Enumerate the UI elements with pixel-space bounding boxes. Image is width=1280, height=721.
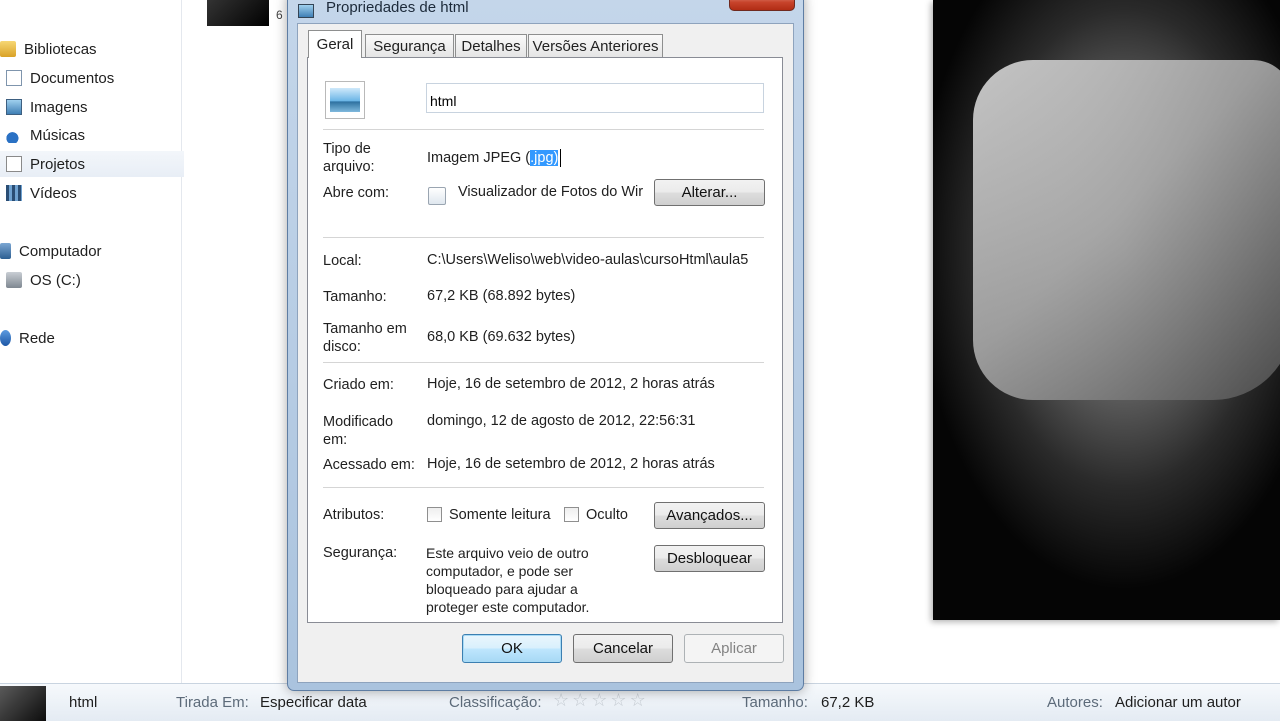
details-authors-value[interactable]: Adicionar um autor xyxy=(1115,694,1241,711)
nav-item-label: Rede xyxy=(19,329,55,347)
tab-versoes-anteriores[interactable]: Versões Anteriores xyxy=(528,34,663,57)
details-size-value: 67,2 KB xyxy=(821,694,875,711)
unblock-button[interactable]: Desbloquear xyxy=(654,545,765,572)
type-label: Tipo de arquivo: xyxy=(323,141,375,175)
separator xyxy=(323,362,764,363)
tab-geral[interactable]: Geral xyxy=(308,30,362,58)
nav-item-bibliotecas[interactable]: Bibliotecas xyxy=(0,36,97,62)
nav-item-label: OS (C:) xyxy=(30,271,81,289)
change-button[interactable]: Alterar... xyxy=(654,179,765,206)
navigation-pane: Bibliotecas Documentos Imagens Músicas P… xyxy=(0,0,184,683)
details-size-label: Tamanho: xyxy=(742,694,808,711)
star-icon[interactable]: ☆ xyxy=(572,690,588,710)
accessed-label: Acessado em: xyxy=(323,457,415,473)
hidden-label[interactable]: Oculto xyxy=(586,507,628,523)
dialog-client-area: Geral Segurança Detalhes Versões Anterio… xyxy=(297,23,794,683)
jpeg-file-icon xyxy=(325,81,365,119)
details-thumbnail xyxy=(0,686,46,721)
nav-item-label: Projetos xyxy=(30,155,86,173)
nav-item-musicas[interactable]: Músicas xyxy=(6,122,85,148)
accessed-value: Hoje, 16 de setembro de 2012, 2 horas at… xyxy=(427,456,715,472)
text-cursor xyxy=(560,149,562,167)
details-taken-value[interactable]: Especificar data xyxy=(260,694,367,711)
created-value: Hoje, 16 de setembro de 2012, 2 horas at… xyxy=(427,376,715,392)
star-icon[interactable]: ☆ xyxy=(610,690,626,710)
modified-value: domingo, 12 de agosto de 2012, 22:56:31 xyxy=(427,413,696,429)
thumbnail-caption: 6 xyxy=(276,8,283,22)
nav-item-label: Computador xyxy=(19,242,102,260)
selected-text: .jpg) xyxy=(530,149,559,166)
drive-icon xyxy=(6,272,22,288)
network-icon xyxy=(0,330,11,346)
star-icon[interactable]: ☆ xyxy=(630,690,646,710)
properties-dialog: Propriedades de html Geral Segurança Det… xyxy=(287,0,804,691)
modified-label: Modificado em: xyxy=(323,414,394,448)
image-preview xyxy=(933,0,1280,620)
dialog-title: Propriedades de html xyxy=(326,0,469,16)
hidden-checkbox[interactable] xyxy=(564,507,579,522)
star-icon[interactable]: ☆ xyxy=(591,690,607,710)
nav-item-computador[interactable]: Computador xyxy=(0,238,102,264)
details-file-name: html xyxy=(69,694,98,711)
details-rating-label: Classificação: xyxy=(449,694,542,711)
nav-item-projetos[interactable]: Projetos xyxy=(0,151,184,177)
close-button[interactable] xyxy=(729,0,795,11)
file-thumbnail[interactable] xyxy=(207,0,269,26)
cancel-button[interactable]: Cancelar xyxy=(573,634,673,663)
projects-icon xyxy=(6,156,22,172)
nav-item-rede[interactable]: Rede xyxy=(0,325,55,351)
nav-item-label: Vídeos xyxy=(30,184,77,202)
fist-photo xyxy=(973,60,1280,400)
tab-seguranca[interactable]: Segurança xyxy=(365,34,454,57)
file-name-input[interactable] xyxy=(426,83,764,113)
photo-viewer-icon xyxy=(428,187,446,205)
documents-icon xyxy=(6,70,22,86)
size-value: 67,2 KB (68.892 bytes) xyxy=(427,288,576,304)
advanced-button[interactable]: Avançados... xyxy=(654,502,765,529)
apply-button[interactable]: Aplicar xyxy=(684,634,784,663)
size-on-disk-label: Tamanho em disco: xyxy=(323,321,407,355)
size-label: Tamanho: xyxy=(323,289,387,305)
nav-item-documentos[interactable]: Documentos xyxy=(6,65,114,91)
readonly-checkbox[interactable] xyxy=(427,507,442,522)
music-icon xyxy=(6,127,22,143)
nav-item-label: Músicas xyxy=(30,126,86,144)
library-icon xyxy=(0,41,16,57)
security-text: Este arquivo veio de outro computador, e… xyxy=(426,545,590,615)
security-label: Segurança: xyxy=(323,545,398,561)
rating-stars[interactable]: ☆ ☆ ☆ ☆ ☆ xyxy=(553,690,649,711)
readonly-label[interactable]: Somente leitura xyxy=(449,507,551,523)
type-value[interactable]: Imagem JPEG (.jpg) xyxy=(427,149,562,167)
details-authors-label: Autores: xyxy=(1047,694,1103,711)
nav-item-videos[interactable]: Vídeos xyxy=(6,180,77,206)
tab-detalhes[interactable]: Detalhes xyxy=(455,34,527,57)
computer-icon xyxy=(0,243,11,259)
separator xyxy=(323,129,764,130)
nav-item-os-c[interactable]: OS (C:) xyxy=(6,267,81,293)
opens-with-label: Abre com: xyxy=(323,185,390,201)
location-value[interactable]: C:\Users\Weliso\web\video-aulas\cursoHtm… xyxy=(427,252,748,268)
ok-button[interactable]: OK xyxy=(462,634,562,663)
dialog-titlebar[interactable]: Propriedades de html xyxy=(288,0,803,23)
location-label: Local: xyxy=(323,253,362,269)
image-file-icon xyxy=(298,4,314,18)
size-on-disk-value: 68,0 KB (69.632 bytes) xyxy=(427,329,576,345)
nav-item-label: Bibliotecas xyxy=(24,40,97,58)
attributes-label: Atributos: xyxy=(323,507,385,523)
separator xyxy=(323,237,764,238)
nav-item-imagens[interactable]: Imagens xyxy=(6,94,88,120)
tab-panel-geral: Tipo de arquivo: Imagem JPEG (.jpg) Abre… xyxy=(307,57,783,623)
star-icon[interactable]: ☆ xyxy=(553,690,569,710)
nav-item-label: Imagens xyxy=(30,98,88,116)
details-taken-label: Tirada Em: xyxy=(176,694,249,711)
separator xyxy=(323,487,764,488)
opens-with-value: Visualizador de Fotos do Wir xyxy=(458,184,644,200)
nav-item-label: Documentos xyxy=(30,69,115,87)
videos-icon xyxy=(6,185,22,201)
created-label: Criado em: xyxy=(323,377,394,393)
pictures-icon xyxy=(6,99,22,115)
